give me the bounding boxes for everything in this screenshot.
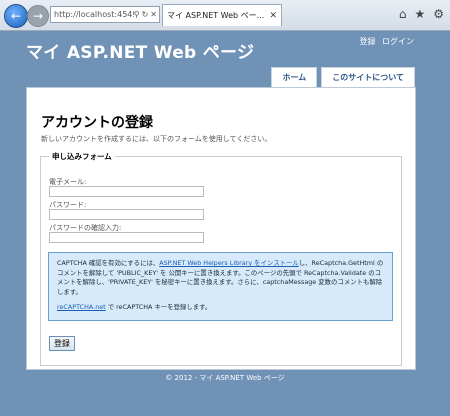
back-arrow-icon: ← xyxy=(10,9,22,23)
password-input[interactable] xyxy=(49,209,204,220)
tab-title: マイ ASP.NET Web ペー... xyxy=(167,11,265,20)
menu-home[interactable]: ホーム xyxy=(271,67,318,87)
refresh-icon[interactable]: ↻ xyxy=(142,10,149,19)
fieldset-legend: 申し込みフォーム xyxy=(49,151,115,162)
register-submit-button[interactable]: 登録 xyxy=(49,336,75,351)
email-input[interactable] xyxy=(49,186,204,197)
confirm-password-input[interactable] xyxy=(49,232,204,243)
forward-arrow-icon: → xyxy=(32,9,44,23)
register-link[interactable]: 登録 xyxy=(359,37,375,46)
search-icon[interactable]: ⚲ xyxy=(134,10,140,19)
captcha-text-line2: で reCAPTCHA キーを登録します。 xyxy=(105,303,212,311)
login-link[interactable]: ログイン xyxy=(382,37,414,46)
main-content: アカウントの登録 新しいアカウントを作成するには、以下のフォームを使用してくださ… xyxy=(26,87,416,370)
login-area: 登録 ログイン xyxy=(355,36,414,47)
captcha-text-pre: CAPTCHA 確認を有効にするには、 xyxy=(57,259,160,267)
tab-close-icon[interactable]: ✕ xyxy=(269,11,277,21)
footer: © 2012 - マイ ASP.NET Web ページ xyxy=(165,374,285,382)
helpers-library-link[interactable]: ASP.NET Web Helpers Library をインストール xyxy=(159,259,299,267)
settings-gear-icon[interactable]: ⚙ xyxy=(433,7,444,21)
address-bar[interactable]: http://localhost:4549/ ⚲ ↻ ✕ xyxy=(50,6,160,23)
captcha-paragraph-2: reCAPTCHA.net で reCAPTCHA キーを登録します。 xyxy=(57,303,384,313)
page-title: アカウントの登録 xyxy=(41,115,153,131)
favorites-star-icon[interactable]: ★ xyxy=(414,7,425,21)
home-icon[interactable]: ⌂ xyxy=(399,7,407,21)
browser-tab[interactable]: マイ ASP.NET Web ペー... ✕ xyxy=(162,4,282,26)
main-menu: ホーム このサイトについて xyxy=(271,67,415,87)
back-button[interactable]: ← xyxy=(4,4,28,28)
forward-button[interactable]: → xyxy=(27,5,49,27)
stop-icon[interactable]: ✕ xyxy=(150,10,157,19)
address-url[interactable]: http://localhost:4549/ xyxy=(54,10,134,19)
site-title: マイ ASP.NET Web ページ xyxy=(26,43,255,63)
menu-about[interactable]: このサイトについて xyxy=(321,67,415,87)
recaptcha-link[interactable]: reCAPTCHA.net xyxy=(57,303,106,311)
browser-toolbar: ← → http://localhost:4549/ ⚲ ↻ ✕ マイ ASP.… xyxy=(0,0,450,31)
registration-fieldset: 申し込みフォーム 電子メール: パスワード: パスワードの確認入力: CAPTC… xyxy=(40,151,402,366)
page-subtitle: 新しいアカウントを作成するには、以下のフォームを使用してください。 xyxy=(41,135,272,143)
captcha-paragraph-1: CAPTCHA 確認を有効にするには、ASP.NET Web Helpers L… xyxy=(57,259,384,297)
browser-window: ← → http://localhost:4549/ ⚲ ↻ ✕ マイ ASP.… xyxy=(0,0,450,416)
browser-actions: ⌂ ★ ⚙ xyxy=(399,7,444,21)
captcha-message: CAPTCHA 確認を有効にするには、ASP.NET Web Helpers L… xyxy=(48,252,393,321)
